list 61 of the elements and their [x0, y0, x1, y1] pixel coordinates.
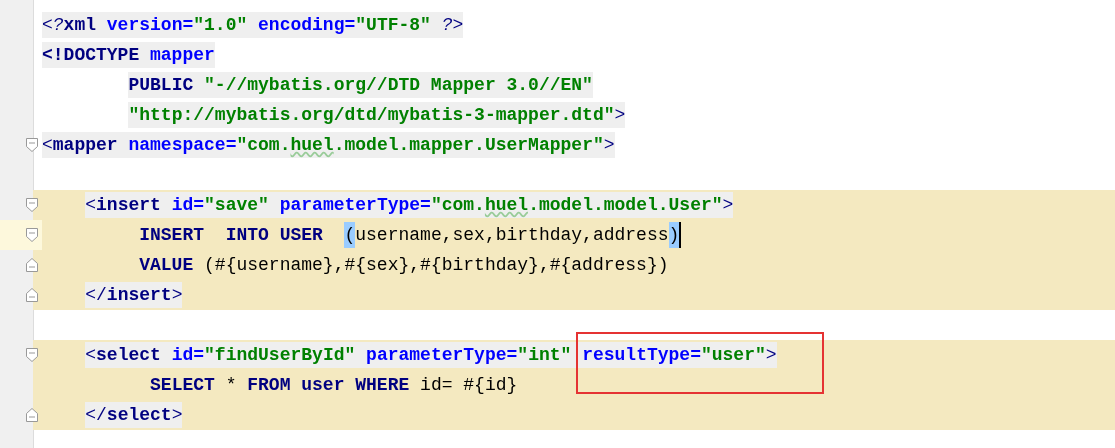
attribute-value: "user"	[700, 342, 766, 368]
code-punctuation: >	[765, 342, 777, 368]
attribute-name: id=	[160, 342, 205, 368]
code-text: (	[344, 222, 356, 248]
code-punctuation: >	[614, 102, 626, 128]
tag-name: xml	[63, 12, 96, 38]
attribute-value: "-//mybatis.org//DTD Mapper 3.0//EN"	[193, 72, 593, 98]
code-punctuation: <	[85, 342, 97, 368]
fold-end-icon[interactable]	[26, 408, 38, 422]
attribute-value: "int"	[517, 342, 583, 368]
code-text: id= #{id}	[419, 374, 518, 397]
fold-end-icon[interactable]	[26, 258, 38, 272]
fold-start-icon[interactable]	[26, 348, 38, 362]
code-punctuation: <	[85, 192, 97, 218]
attribute-value: .model.mapper.UserMapper"	[333, 132, 604, 158]
tag-name: <!DOCTYPE	[42, 42, 140, 68]
attribute-value: huel	[290, 132, 334, 158]
attribute-name: id=	[160, 192, 205, 218]
code-token: <?	[42, 12, 64, 38]
attribute-name: resultType=	[582, 342, 701, 368]
code-punctuation: >	[171, 402, 183, 428]
fold-start-icon[interactable]	[26, 138, 38, 152]
attribute-value: "UTF-8"	[355, 12, 431, 38]
code-punctuation: </	[85, 282, 107, 308]
attribute-name: parameterType=	[355, 342, 518, 368]
tag-name: insert	[96, 192, 161, 218]
fold-start-icon[interactable]	[26, 198, 38, 212]
code-punctuation: >	[722, 192, 734, 218]
attribute-value: "com.	[430, 192, 485, 218]
tag-name: select	[96, 342, 161, 368]
attribute-name: namespace=	[117, 132, 237, 158]
code-punctuation: </	[85, 402, 107, 428]
attribute-value: huel	[484, 192, 529, 218]
attribute-name: mapper	[139, 42, 215, 68]
code-text: )	[668, 222, 682, 248]
fold-start-icon[interactable]	[26, 228, 38, 242]
attribute-value: .model.model.User"	[528, 192, 723, 218]
attribute-name: encoding=	[247, 12, 356, 38]
sql-keyword: INSERT INTO USER	[139, 224, 324, 247]
tag-name: PUBLIC	[128, 72, 194, 98]
code-punctuation: >	[603, 132, 615, 158]
code-token: ?>	[430, 12, 464, 38]
attribute-value: "findUserById"	[204, 342, 356, 368]
tag-name: insert	[106, 282, 172, 308]
code-text: username,sex,birthday,address	[355, 224, 669, 247]
fold-end-icon[interactable]	[26, 288, 38, 302]
code-text: *	[224, 374, 238, 397]
attribute-value: "save"	[204, 192, 269, 218]
code-punctuation: >	[171, 282, 183, 308]
sql-keyword: FROM user WHERE	[247, 374, 410, 397]
tag-name: mapper	[52, 132, 118, 158]
sql-keyword: VALUE	[139, 254, 194, 277]
attribute-value: "com.	[236, 132, 291, 158]
tag-name: select	[106, 402, 172, 428]
code-punctuation: <	[42, 132, 53, 158]
sql-keyword: SELECT	[150, 374, 215, 397]
attribute-name: version=	[96, 12, 194, 38]
attribute-value: "1.0"	[193, 12, 248, 38]
code-text: (#{username},#{sex},#{birthday},#{address})	[203, 254, 669, 277]
attribute-value: "http://mybatis.org/dtd/mybatis-3-mapper.dtd"	[128, 102, 615, 128]
attribute-name: parameterType=	[268, 192, 431, 218]
